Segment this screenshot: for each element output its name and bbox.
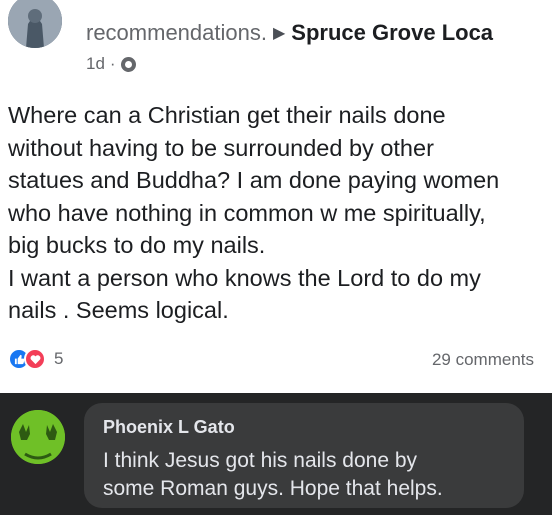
commenter-avatar[interactable] (11, 410, 65, 464)
reaction-summary[interactable]: 5 (8, 348, 63, 370)
post-body-line: without having to be surrounded by other (8, 134, 434, 161)
post-header: recommendations. ▶ Spruce Grove Loca (86, 20, 493, 47)
group-name-link[interactable]: Spruce Grove Loca (291, 20, 493, 45)
post-body-line: who have nothing in common w me spiritua… (8, 199, 486, 226)
header-prefix: recommendations. (86, 20, 267, 45)
post-body-line: statues and Buddha? I am done paying wom… (8, 167, 500, 193)
comment-author-link[interactable]: Phoenix L Gato (103, 417, 235, 438)
comment-section: Phoenix L Gato I think Jesus got his nai… (0, 393, 552, 515)
reaction-count: 5 (54, 349, 64, 368)
post-body-line: I want a person who knows the Lord to do… (8, 264, 481, 291)
comment-text-line: some Roman guys. Hope that helps. (103, 477, 443, 500)
hands-avatar-image (11, 410, 65, 464)
post-body-line: nails . Seems logical. (8, 297, 229, 323)
triangle-right-icon: ▶ (272, 25, 286, 42)
comment-bubble: Phoenix L Gato I think Jesus got his nai… (84, 403, 524, 508)
comments-count-link[interactable]: 29 comments (432, 350, 534, 370)
post-body: Where can a Christian get their nails do… (8, 99, 543, 327)
comment-text: I think Jesus got his nails done by some… (103, 447, 513, 503)
globe-icon (120, 56, 136, 72)
post-body-line: Where can a Christian get their nails do… (8, 102, 446, 128)
heart-icon (24, 348, 46, 370)
post-meta: 1d · (86, 54, 136, 74)
poster-avatar[interactable] (8, 0, 62, 48)
meta-separator: · (109, 54, 116, 73)
post-card: recommendations. ▶ Spruce Grove Loca 1d · … (0, 0, 552, 393)
statue-avatar-image (8, 0, 62, 48)
post-time[interactable]: 1d (86, 54, 105, 74)
post-body-line: big bucks to do my nails. (8, 232, 266, 258)
comment-text-line: I think Jesus got his nails done by (103, 449, 418, 472)
